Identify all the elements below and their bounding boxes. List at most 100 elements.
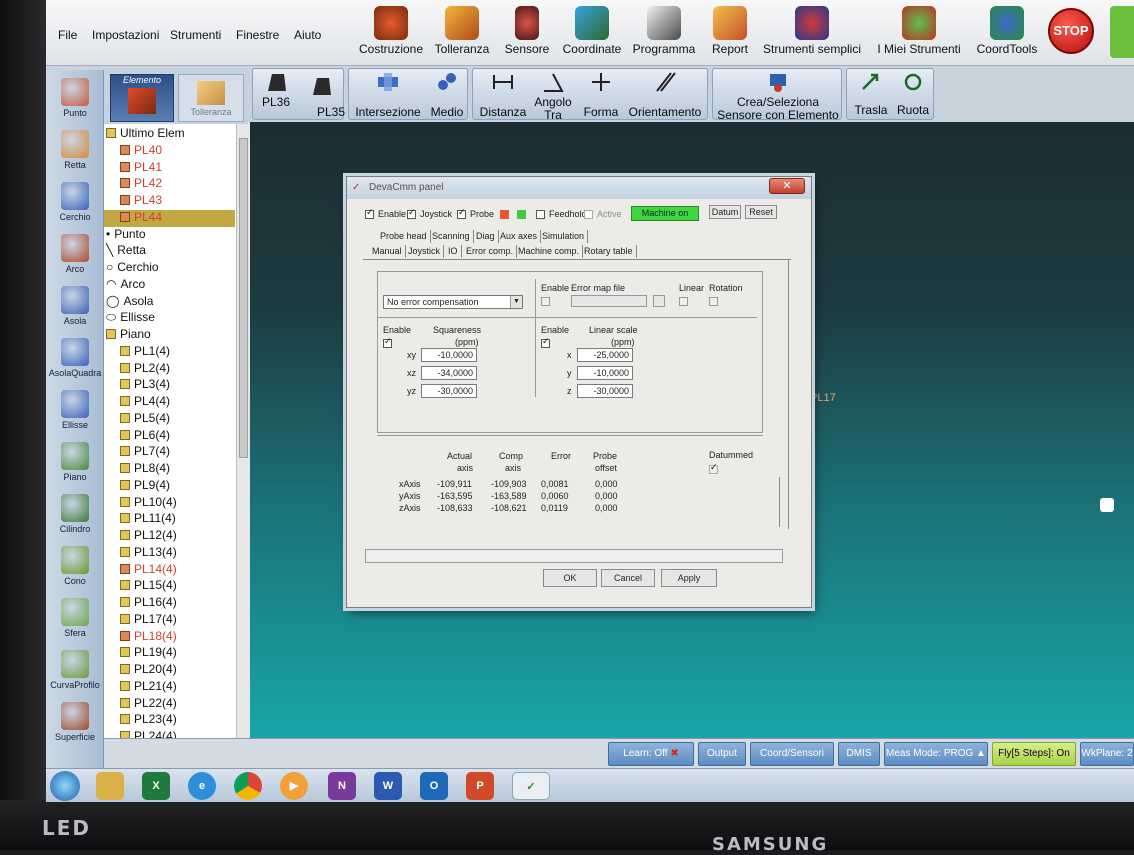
tree-header-ultimo-elem[interactable]: Ultimo Elem	[104, 126, 235, 143]
tree-item-plane[interactable]: PL23(4)	[104, 712, 235, 729]
intersezione-button[interactable]: Intersezione	[352, 71, 424, 119]
excel-icon[interactable]: X	[142, 772, 170, 800]
tree-item-plane[interactable]: PL15(4)	[104, 578, 235, 595]
tree-item-plane[interactable]: PL10(4)	[104, 495, 235, 512]
palette-cono[interactable]: Cono	[48, 542, 102, 594]
tree-item-ultimo[interactable]: PL40	[104, 143, 235, 160]
tab-row1-4[interactable]: Simulation	[539, 230, 589, 243]
browse-button[interactable]	[653, 295, 665, 307]
tree-category[interactable]: ○ Cerchio	[104, 260, 235, 277]
stop-button[interactable]: STOP	[1048, 8, 1094, 54]
explorer-icon[interactable]	[96, 772, 124, 800]
palette-piano[interactable]: Piano	[48, 438, 102, 490]
linear-scale-z-input[interactable]: -30,0000	[577, 384, 633, 398]
tree-item-ultimo[interactable]: PL42	[104, 176, 235, 193]
tree-item-plane[interactable]: PL22(4)	[104, 696, 235, 713]
active-checkbox[interactable]	[584, 210, 593, 219]
strumenti-semplici-button[interactable]: Strumenti semplici	[760, 4, 864, 62]
costruzione-button[interactable]: Costruzione	[354, 4, 428, 62]
squareness-enable-checkbox[interactable]	[383, 336, 392, 348]
compensation-select[interactable]: No error compensation ▼	[383, 295, 523, 309]
linear-checkbox[interactable]	[679, 297, 688, 306]
palette-ellisse[interactable]: Ellisse	[48, 386, 102, 438]
tree-item-plane[interactable]: PL1(4)	[104, 344, 235, 361]
datum-button[interactable]: Datum	[709, 205, 741, 219]
powerpoint-icon[interactable]: P	[466, 772, 494, 800]
menu-aiuto[interactable]: Aiuto	[294, 28, 321, 42]
tree-item-plane[interactable]: PL8(4)	[104, 461, 235, 478]
palette-asolaquadra[interactable]: AsolaQuadra	[48, 334, 102, 386]
tree-item-plane[interactable]: PL9(4)	[104, 478, 235, 495]
tree-item-plane[interactable]: PL7(4)	[104, 444, 235, 461]
tab-row1-1[interactable]: Scanning	[429, 230, 474, 243]
learn-toggle[interactable]: Learn: Off ✖	[608, 742, 694, 766]
tree-item-ultimo[interactable]: PL44	[104, 209, 235, 227]
joystick-checkbox[interactable]	[407, 207, 416, 219]
angolo-tra-button[interactable]: Angolo Tra	[531, 71, 575, 122]
palette-cerchio[interactable]: Cerchio	[48, 178, 102, 230]
tab-tolleranza[interactable]: Tolleranza	[178, 74, 244, 122]
tree-item-plane[interactable]: PL24(4)	[104, 729, 235, 738]
sensore-button[interactable]: Sensore	[500, 4, 554, 62]
coord-app-taskbar-icon[interactable]: ✓	[512, 772, 550, 800]
tree-item-plane[interactable]: PL20(4)	[104, 662, 235, 679]
apply-button[interactable]: Apply	[661, 569, 717, 587]
squareness-yz-input[interactable]: -30,0000	[421, 384, 477, 398]
tree-item-plane[interactable]: PL21(4)	[104, 679, 235, 696]
ie-icon[interactable]: e	[188, 772, 216, 800]
miei-strumenti-button[interactable]: I Miei Strumenti	[874, 4, 964, 62]
ruota-button[interactable]: Ruota	[893, 71, 933, 117]
coord-sensori-button[interactable]: Coord/Sensori	[750, 742, 834, 766]
ok-button[interactable]: OK	[543, 569, 597, 587]
word-icon[interactable]: W	[374, 772, 402, 800]
linear-scale-x-input[interactable]: -25,0000	[577, 348, 633, 362]
tab-row2-3[interactable]: Error comp.	[463, 245, 518, 258]
tree-item-plane[interactable]: PL16(4)	[104, 595, 235, 612]
tab-row2-1[interactable]: Joystick	[405, 245, 445, 258]
tree-category[interactable]: • Punto	[104, 227, 235, 244]
tree-item-plane[interactable]: PL13(4)	[104, 545, 235, 562]
media-player-icon[interactable]: ▶	[280, 772, 308, 800]
probe-checkbox[interactable]	[457, 207, 466, 219]
tree-item-plane[interactable]: PL18(4)	[104, 629, 235, 646]
cancel-button[interactable]: Cancel	[601, 569, 655, 587]
pl36-button[interactable]: PL36	[255, 71, 297, 109]
forma-button[interactable]: Forma	[579, 71, 623, 119]
tree-item-plane[interactable]: PL5(4)	[104, 411, 235, 428]
coordinate-button[interactable]: Coordinate	[560, 4, 624, 62]
tab-row2-2[interactable]: IO	[445, 245, 462, 258]
output-button[interactable]: Output	[698, 742, 746, 766]
palette-retta[interactable]: Retta	[48, 126, 102, 178]
palette-arco[interactable]: Arco	[48, 230, 102, 282]
medio-button[interactable]: Medio	[427, 71, 467, 119]
linear-scale-y-input[interactable]: -10,0000	[577, 366, 633, 380]
tree-item-plane[interactable]: PL4(4)	[104, 394, 235, 411]
tree-scrollbar[interactable]	[236, 124, 250, 738]
report-button[interactable]: Report	[706, 4, 754, 62]
tree-item-plane[interactable]: PL3(4)	[104, 377, 235, 394]
tree-item-plane[interactable]: PL11(4)	[104, 511, 235, 528]
tree-category[interactable]: ◠ Arco	[104, 277, 235, 294]
tree-item-plane[interactable]: PL17(4)	[104, 612, 235, 629]
tree-scroll-thumb[interactable]	[239, 138, 248, 458]
distanza-button[interactable]: Distanza	[477, 71, 529, 119]
palette-superficie[interactable]: Superficie	[48, 698, 102, 750]
start-orb-icon[interactable]	[50, 771, 80, 801]
tree-item-plane[interactable]: PL14(4)	[104, 562, 235, 579]
programma-button[interactable]: Programma	[632, 4, 696, 62]
tree-category[interactable]: ⬭ Ellisse	[104, 310, 235, 327]
onenote-icon[interactable]: N	[328, 772, 356, 800]
squareness-xy-input[interactable]: -10,0000	[421, 348, 477, 362]
menu-finestre[interactable]: Finestre	[236, 28, 279, 42]
menu-file[interactable]: File	[58, 28, 77, 42]
close-button[interactable]: ✕	[769, 178, 805, 194]
menu-impostazioni[interactable]: Impostazioni	[92, 28, 159, 42]
menu-strumenti[interactable]: Strumenti	[170, 28, 221, 42]
machine-on-button[interactable]: Machine on	[631, 206, 699, 221]
crea-seleziona-sensore-button[interactable]: Crea/Seleziona Sensore con Elemento	[717, 71, 839, 122]
tree-item-plane[interactable]: PL6(4)	[104, 428, 235, 445]
rotation-checkbox[interactable]	[709, 297, 718, 306]
tree-item-ultimo[interactable]: PL43	[104, 193, 235, 210]
coordtools-button[interactable]: CoordTools	[974, 4, 1040, 62]
tab-row2-0[interactable]: Manual	[369, 245, 406, 258]
